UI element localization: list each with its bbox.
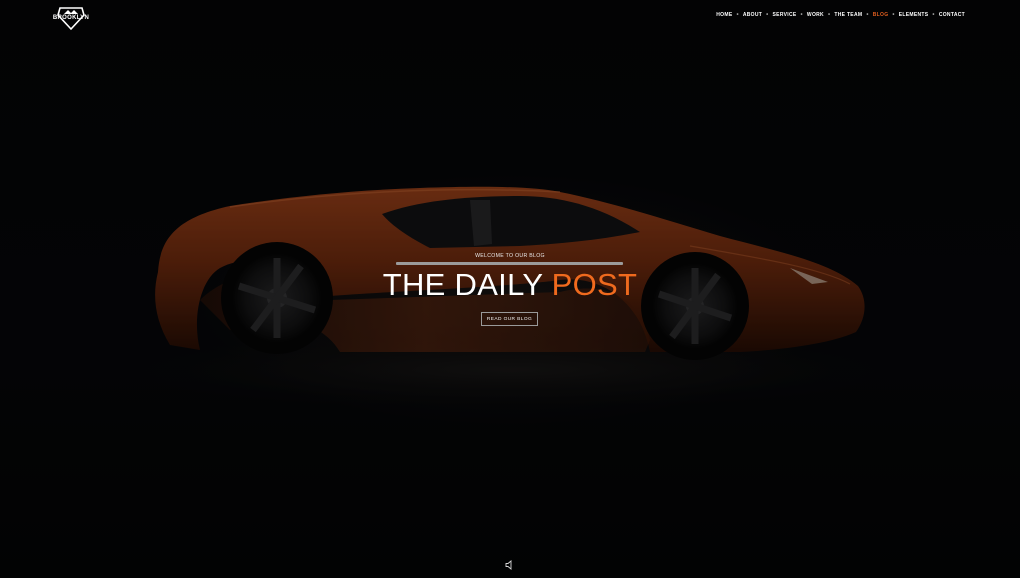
nav-item-work[interactable]: WORK bbox=[807, 12, 824, 18]
nav-separator: • bbox=[766, 12, 769, 18]
nav-separator: • bbox=[800, 12, 803, 18]
hero-title-accent: POST bbox=[551, 267, 638, 302]
read-our-blog-button[interactable]: READ OUR BLOG bbox=[481, 312, 538, 326]
hero-section: BROOKLYN HOME • ABOUT • SERVICE • WORK •… bbox=[0, 0, 1020, 578]
nav-separator: • bbox=[736, 12, 739, 18]
nav-item-contact[interactable]: CONTACT bbox=[939, 12, 965, 18]
hero-title-main: THE DAILY bbox=[382, 267, 552, 302]
speaker-mute-icon[interactable] bbox=[505, 560, 515, 570]
main-navigation: HOME • ABOUT • SERVICE • WORK • THE TEAM… bbox=[716, 12, 965, 18]
nav-item-blog[interactable]: BLOG bbox=[873, 12, 889, 18]
nav-item-elements[interactable]: ELEMENTS bbox=[899, 12, 929, 18]
hero-title: THE DAILY POST bbox=[0, 265, 1020, 305]
hero-subtitle: WELCOME TO OUR BLOG bbox=[475, 253, 545, 259]
nav-separator: • bbox=[866, 12, 869, 18]
nav-separator: • bbox=[827, 12, 831, 18]
nav-item-the-team[interactable]: THE TEAM bbox=[834, 12, 862, 18]
nav-item-service[interactable]: SERVICE bbox=[773, 12, 797, 18]
nav-separator: • bbox=[932, 12, 935, 18]
logo-text: BROOKLYN bbox=[52, 15, 90, 21]
nav-separator: • bbox=[892, 12, 895, 18]
nav-item-home[interactable]: HOME bbox=[716, 12, 732, 18]
nav-item-about[interactable]: ABOUT bbox=[743, 12, 762, 18]
